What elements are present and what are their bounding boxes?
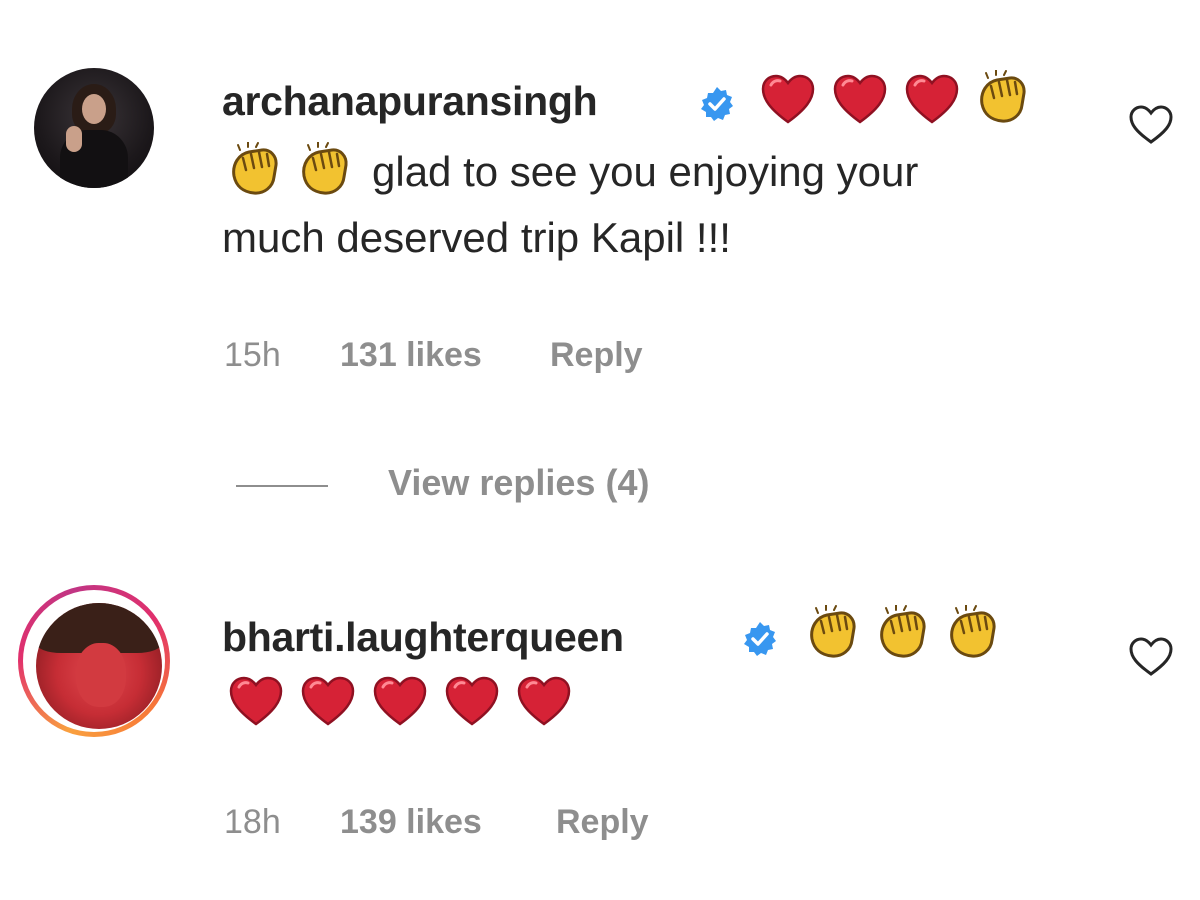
clapping-hands-emoji (874, 605, 930, 661)
story-ring-gap (23, 590, 165, 732)
replies-divider (236, 485, 328, 487)
reply-button[interactable]: Reply (556, 803, 649, 842)
username[interactable]: archanapuransingh (222, 78, 598, 125)
likes-count[interactable]: 139 likes (340, 803, 482, 842)
heart-outline-icon[interactable] (1128, 636, 1174, 678)
clapping-hands-emoji (804, 605, 860, 661)
avatar-arm (66, 126, 82, 152)
avatar[interactable] (36, 603, 162, 729)
verified-badge-icon (742, 621, 778, 657)
clapping-hands-emoji (226, 142, 282, 198)
red-heart-emoji (300, 674, 356, 730)
comment-time: 15h (224, 336, 281, 374)
red-heart-emoji (372, 674, 428, 730)
view-replies-button[interactable]: View replies (4) (388, 462, 649, 504)
red-heart-emoji (904, 72, 960, 128)
avatar[interactable] (34, 68, 154, 188)
red-heart-emoji (444, 674, 500, 730)
heart-outline-icon[interactable] (1128, 104, 1174, 146)
avatar-face (76, 643, 126, 707)
red-heart-emoji (228, 674, 284, 730)
comment-text-line-2: much deserved trip Kapil !!! (222, 214, 731, 261)
story-ring[interactable] (18, 585, 170, 737)
username[interactable]: bharti.laughterqueen (222, 614, 624, 661)
avatar-face (82, 94, 106, 124)
verified-badge-icon (699, 86, 735, 122)
red-heart-emoji (832, 72, 888, 128)
red-heart-emoji (516, 674, 572, 730)
clapping-hands-emoji (974, 70, 1030, 126)
clapping-hands-emoji (296, 142, 352, 198)
red-heart-emoji (760, 72, 816, 128)
comment-text-line-1: glad to see you enjoying your (372, 148, 919, 195)
comment-time: 18h (224, 803, 281, 841)
reply-button[interactable]: Reply (550, 336, 643, 375)
clapping-hands-emoji (944, 605, 1000, 661)
comments-list: archanapuransingh glad to see you enjoyi… (0, 0, 1200, 900)
likes-count[interactable]: 131 likes (340, 336, 482, 375)
